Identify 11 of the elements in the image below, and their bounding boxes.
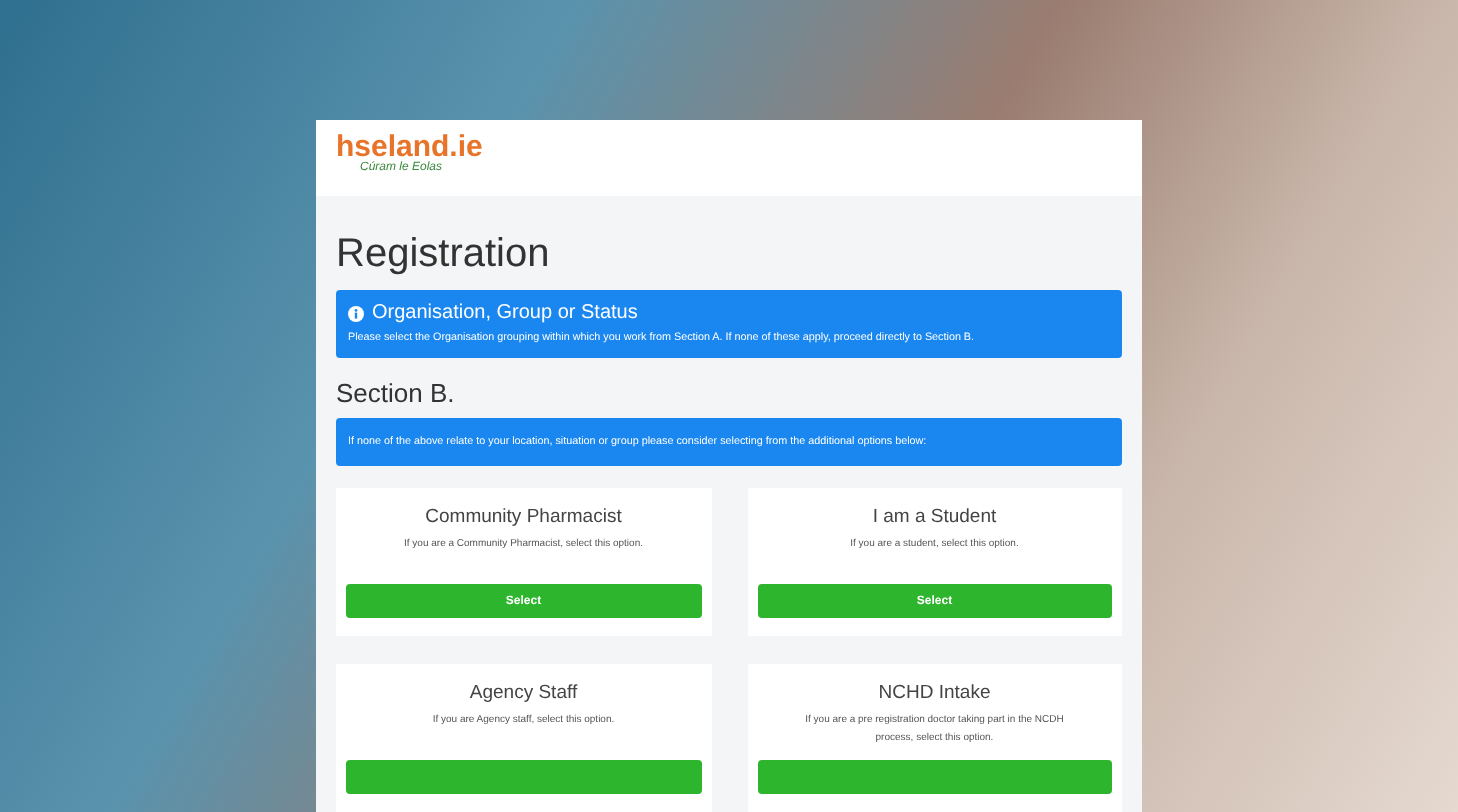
alert-heading: Organisation, Group or Status [372,302,638,324]
info-icon [348,305,364,321]
card-title: NCHD Intake [878,682,991,704]
select-button[interactable] [757,760,1112,794]
card-title: I am a Student [872,506,997,528]
card-title: Community Pharmacist [425,506,622,528]
page-title: Registration [336,232,552,278]
card-title: Agency Staff [469,682,578,704]
select-button[interactable] [346,760,701,794]
logo[interactable]: hseland.ie [336,132,483,162]
section-heading: Section B. [336,378,457,408]
